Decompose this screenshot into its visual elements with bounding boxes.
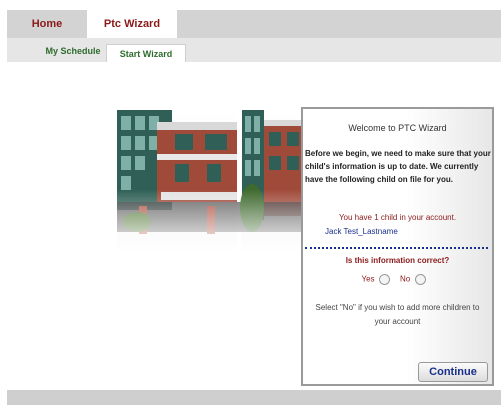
add-children-note: Select "No" if you wish to add more chil… (315, 303, 480, 326)
footer-bar (7, 390, 501, 405)
tab-my-schedule[interactable]: My Schedule (35, 42, 111, 60)
dotted-divider (305, 247, 488, 249)
child-name: Jack Test_Lastname (325, 227, 398, 236)
child-count-text: You have 1 child in your account. (338, 213, 457, 222)
no-radio[interactable] (414, 274, 426, 285)
tab-home[interactable]: Home (7, 10, 87, 38)
tab-ptc-wizard[interactable]: Ptc Wizard (87, 10, 177, 38)
wizard-title: Welcome to PTC Wizard (348, 123, 447, 133)
wizard-intro-text: Before we begin, we need to make sure th… (305, 149, 491, 184)
confirmation-question: Is this information correct? (345, 256, 450, 265)
wizard-panel: Welcome to PTC Wizard Before we begin, w… (301, 107, 494, 386)
yes-radio[interactable] (378, 274, 390, 285)
yes-no-choices: Yes No (303, 274, 492, 285)
continue-button[interactable]: Continue (418, 362, 488, 382)
content-area: Welcome to PTC Wizard Before we begin, w… (7, 62, 501, 390)
top-strip (0, 0, 501, 10)
tab-start-wizard[interactable]: Start Wizard (106, 44, 186, 64)
yes-label: Yes (361, 274, 375, 284)
no-label: No (400, 274, 411, 284)
sub-tab-bar: My Schedule Start Wizard (7, 38, 501, 64)
main-tab-bar: Home Ptc Wizard (7, 10, 501, 38)
school-building-image (117, 110, 305, 254)
